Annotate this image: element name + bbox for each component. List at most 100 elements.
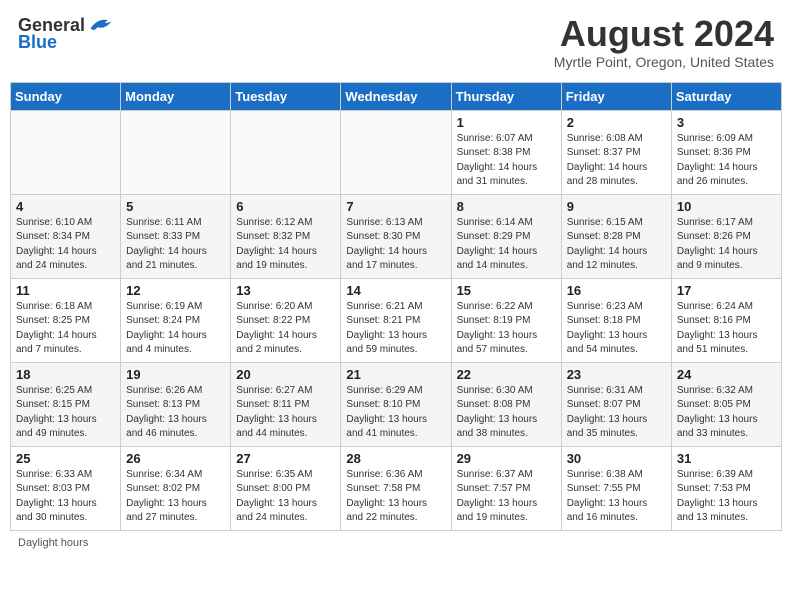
logo: General Blue — [18, 14, 115, 53]
calendar-week-row: 1 Sunrise: 6:07 AM Sunset: 8:38 PM Daylig… — [11, 110, 782, 194]
day-number: 8 — [457, 199, 556, 214]
calendar-cell: 29Sunrise: 6:37 AM Sunset: 7:57 PM Dayli… — [451, 446, 561, 530]
day-number: 14 — [346, 283, 445, 298]
day-number: 1 — [457, 115, 556, 130]
day-number: 15 — [457, 283, 556, 298]
calendar-cell: 6 Sunrise: 6:12 AM Sunset: 8:32 PM Daylig… — [231, 194, 341, 278]
main-title: August 2024 — [554, 14, 774, 54]
day-number: 31 — [677, 451, 776, 466]
calendar-cell: 2 Sunrise: 6:08 AM Sunset: 8:37 PM Daylig… — [561, 110, 671, 194]
daylight-label: Daylight hours — [18, 537, 88, 549]
calendar-cell: 13 Sunrise: 6:20 AM Sunset: 8:22 PM Dayli… — [231, 278, 341, 362]
day-info: Sunrise: 6:13 AM Sunset: 8:30 PM Dayligh… — [346, 216, 445, 274]
calendar-day-header: Wednesday — [341, 82, 451, 110]
day-info: Sunrise: 6:08 AM Sunset: 8:37 PM Dayligh… — [567, 132, 666, 190]
calendar-cell: 25 Sunrise: 6:33 AM Sunset: 8:03 PM Dayli… — [11, 446, 121, 530]
day-number: 30 — [567, 451, 666, 466]
calendar-cell: 1 Sunrise: 6:07 AM Sunset: 8:38 PM Daylig… — [451, 110, 561, 194]
day-number: 6 — [236, 199, 335, 214]
calendar-day-header: Monday — [121, 82, 231, 110]
day-number: 21 — [346, 367, 445, 382]
day-number: 29 — [457, 451, 556, 466]
day-number: 22 — [457, 367, 556, 382]
day-info: Sunrise: 6:21 AM Sunset: 8:21 PM Dayligh… — [346, 300, 445, 358]
day-info: Sunrise: 6:18 AM Sunset: 8:25 PM Dayligh… — [16, 300, 115, 358]
calendar-cell: 22Sunrise: 6:30 AM Sunset: 8:08 PM Dayli… — [451, 362, 561, 446]
day-info: Sunrise: 6:19 AM Sunset: 8:24 PM Dayligh… — [126, 300, 225, 358]
calendar-cell — [231, 110, 341, 194]
calendar-cell: 27 Sunrise: 6:35 AM Sunset: 8:00 PM Dayli… — [231, 446, 341, 530]
calendar-cell: 24 Sunrise: 6:32 AM Sunset: 8:05 PM Dayli… — [671, 362, 781, 446]
day-number: 13 — [236, 283, 335, 298]
calendar-cell: 7 Sunrise: 6:13 AM Sunset: 8:30 PM Daylig… — [341, 194, 451, 278]
calendar-cell: 11 Sunrise: 6:18 AM Sunset: 8:25 PM Dayli… — [11, 278, 121, 362]
day-number: 25 — [16, 451, 115, 466]
day-number: 5 — [126, 199, 225, 214]
calendar: SundayMondayTuesdayWednesdayThursdayFrid… — [10, 82, 782, 531]
calendar-cell: 19 Sunrise: 6:26 AM Sunset: 8:13 PM Dayli… — [121, 362, 231, 446]
calendar-cell: 15Sunrise: 6:22 AM Sunset: 8:19 PM Dayli… — [451, 278, 561, 362]
day-number: 23 — [567, 367, 666, 382]
calendar-cell: 26Sunrise: 6:34 AM Sunset: 8:02 PM Dayli… — [121, 446, 231, 530]
day-info: Sunrise: 6:27 AM Sunset: 8:11 PM Dayligh… — [236, 384, 335, 442]
day-number: 28 — [346, 451, 445, 466]
day-info: Sunrise: 6:34 AM Sunset: 8:02 PM Dayligh… — [126, 468, 225, 526]
calendar-day-header: Thursday — [451, 82, 561, 110]
day-info: Sunrise: 6:09 AM Sunset: 8:36 PM Dayligh… — [677, 132, 776, 190]
calendar-cell: 8 Sunrise: 6:14 AM Sunset: 8:29 PM Daylig… — [451, 194, 561, 278]
calendar-cell: 10Sunrise: 6:17 AM Sunset: 8:26 PM Dayli… — [671, 194, 781, 278]
day-info: Sunrise: 6:14 AM Sunset: 8:29 PM Dayligh… — [457, 216, 556, 274]
day-number: 20 — [236, 367, 335, 382]
day-number: 2 — [567, 115, 666, 130]
day-info: Sunrise: 6:07 AM Sunset: 8:38 PM Dayligh… — [457, 132, 556, 190]
calendar-cell: 17 Sunrise: 6:24 AM Sunset: 8:16 PM Dayli… — [671, 278, 781, 362]
logo-bird-icon — [87, 14, 115, 36]
day-number: 24 — [677, 367, 776, 382]
calendar-header-row: SundayMondayTuesdayWednesdayThursdayFrid… — [11, 82, 782, 110]
day-number: 11 — [16, 283, 115, 298]
calendar-cell: 30 Sunrise: 6:38 AM Sunset: 7:55 PM Dayli… — [561, 446, 671, 530]
calendar-cell: 3 Sunrise: 6:09 AM Sunset: 8:36 PM Daylig… — [671, 110, 781, 194]
day-info: Sunrise: 6:39 AM Sunset: 7:53 PM Dayligh… — [677, 468, 776, 526]
day-info: Sunrise: 6:31 AM Sunset: 8:07 PM Dayligh… — [567, 384, 666, 442]
subtitle: Myrtle Point, Oregon, United States — [554, 54, 774, 70]
day-info: Sunrise: 6:32 AM Sunset: 8:05 PM Dayligh… — [677, 384, 776, 442]
title-area: August 2024 Myrtle Point, Oregon, United… — [554, 14, 774, 70]
calendar-week-row: 11 Sunrise: 6:18 AM Sunset: 8:25 PM Dayli… — [11, 278, 782, 362]
day-info: Sunrise: 6:33 AM Sunset: 8:03 PM Dayligh… — [16, 468, 115, 526]
calendar-cell: 18Sunrise: 6:25 AM Sunset: 8:15 PM Dayli… — [11, 362, 121, 446]
calendar-day-header: Friday — [561, 82, 671, 110]
calendar-cell: 16 Sunrise: 6:23 AM Sunset: 8:18 PM Dayli… — [561, 278, 671, 362]
calendar-cell: 12Sunrise: 6:19 AM Sunset: 8:24 PM Dayli… — [121, 278, 231, 362]
calendar-week-row: 4Sunrise: 6:10 AM Sunset: 8:34 PM Daylig… — [11, 194, 782, 278]
calendar-cell: 31 Sunrise: 6:39 AM Sunset: 7:53 PM Dayli… — [671, 446, 781, 530]
day-info: Sunrise: 6:26 AM Sunset: 8:13 PM Dayligh… — [126, 384, 225, 442]
day-number: 16 — [567, 283, 666, 298]
day-info: Sunrise: 6:35 AM Sunset: 8:00 PM Dayligh… — [236, 468, 335, 526]
day-number: 3 — [677, 115, 776, 130]
day-info: Sunrise: 6:29 AM Sunset: 8:10 PM Dayligh… — [346, 384, 445, 442]
calendar-cell: 21 Sunrise: 6:29 AM Sunset: 8:10 PM Dayli… — [341, 362, 451, 446]
footer-note: Daylight hours — [10, 537, 782, 549]
day-info: Sunrise: 6:20 AM Sunset: 8:22 PM Dayligh… — [236, 300, 335, 358]
calendar-cell: 20 Sunrise: 6:27 AM Sunset: 8:11 PM Dayli… — [231, 362, 341, 446]
calendar-week-row: 18Sunrise: 6:25 AM Sunset: 8:15 PM Dayli… — [11, 362, 782, 446]
calendar-day-header: Tuesday — [231, 82, 341, 110]
calendar-day-header: Sunday — [11, 82, 121, 110]
day-info: Sunrise: 6:38 AM Sunset: 7:55 PM Dayligh… — [567, 468, 666, 526]
day-info: Sunrise: 6:24 AM Sunset: 8:16 PM Dayligh… — [677, 300, 776, 358]
day-info: Sunrise: 6:23 AM Sunset: 8:18 PM Dayligh… — [567, 300, 666, 358]
day-info: Sunrise: 6:12 AM Sunset: 8:32 PM Dayligh… — [236, 216, 335, 274]
day-number: 27 — [236, 451, 335, 466]
day-number: 18 — [16, 367, 115, 382]
day-number: 4 — [16, 199, 115, 214]
calendar-cell: 4Sunrise: 6:10 AM Sunset: 8:34 PM Daylig… — [11, 194, 121, 278]
day-number: 7 — [346, 199, 445, 214]
day-number: 10 — [677, 199, 776, 214]
day-number: 19 — [126, 367, 225, 382]
calendar-cell: 9Sunrise: 6:15 AM Sunset: 8:28 PM Daylig… — [561, 194, 671, 278]
calendar-cell — [341, 110, 451, 194]
day-number: 17 — [677, 283, 776, 298]
logo-blue-text: Blue — [18, 32, 57, 53]
day-info: Sunrise: 6:11 AM Sunset: 8:33 PM Dayligh… — [126, 216, 225, 274]
